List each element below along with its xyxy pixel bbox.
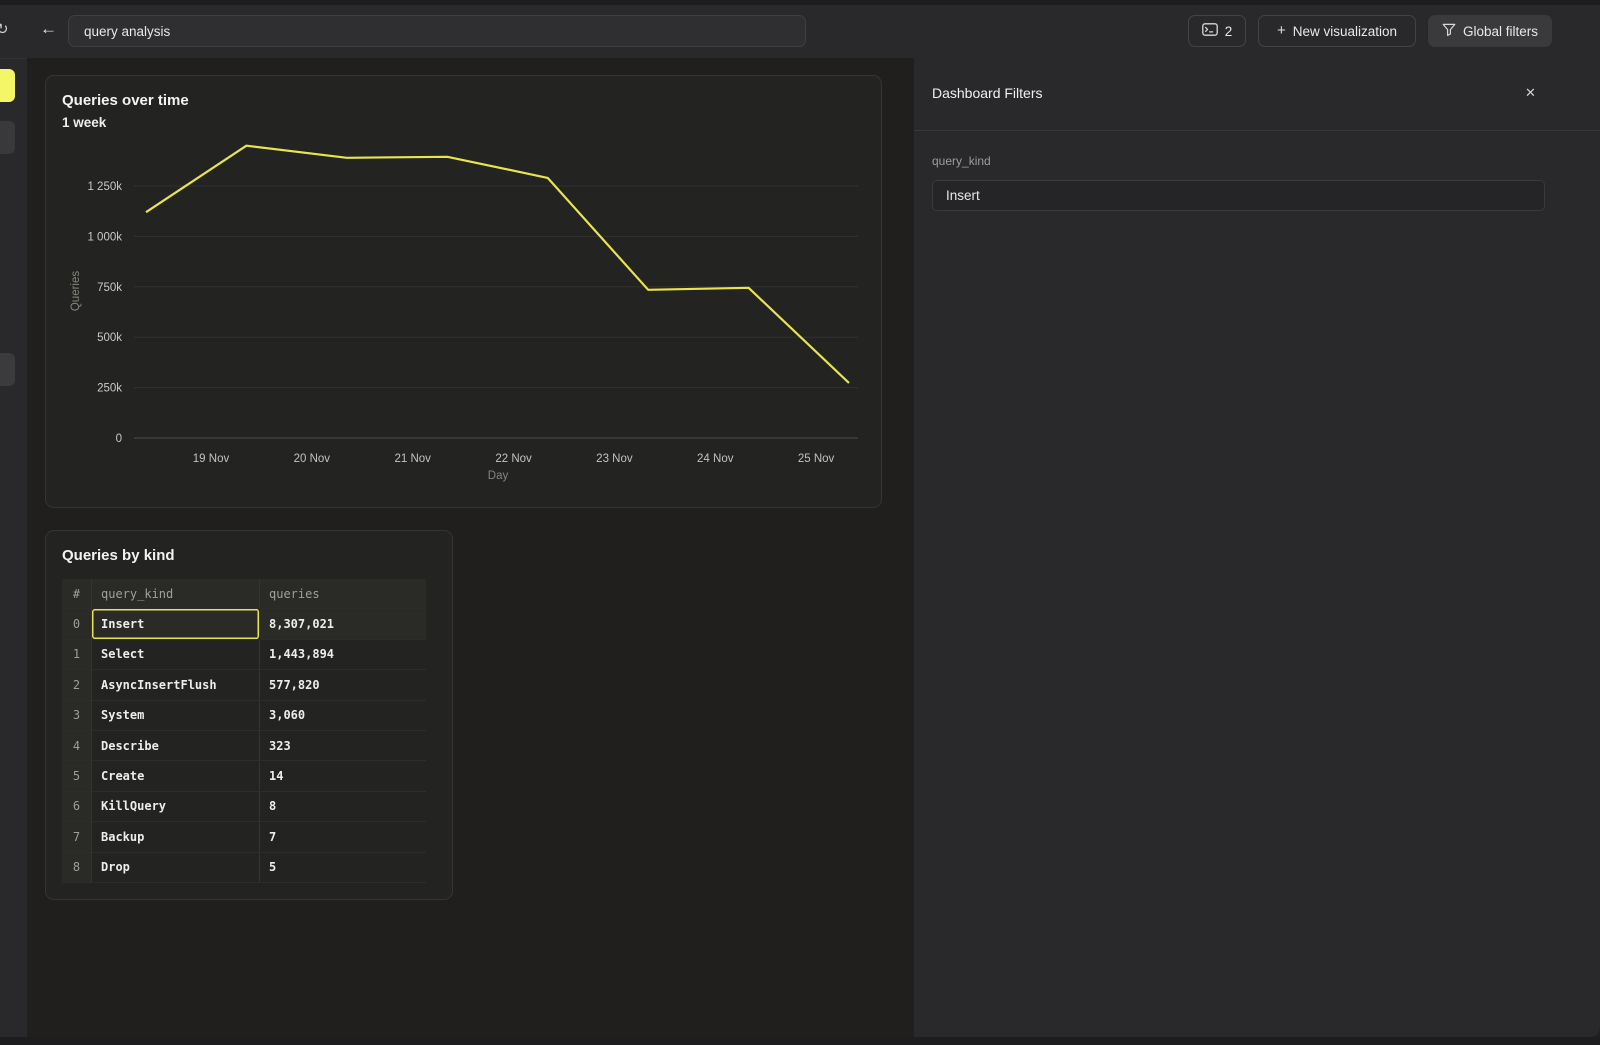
table-row[interactable]: 1 Select 1,443,894 — [62, 640, 426, 670]
row-kind-cell[interactable]: System — [92, 701, 260, 730]
svg-text:23 Nov: 23 Nov — [596, 453, 633, 465]
row-queries-cell[interactable]: 1,443,894 — [260, 640, 426, 669]
table-title: Queries by kind — [62, 547, 175, 564]
row-index-cell: 6 — [62, 792, 92, 821]
row-index-cell: 7 — [62, 822, 92, 851]
back-button[interactable]: ← — [40, 19, 57, 39]
table-row[interactable]: 0 Insert 8,307,021 — [62, 609, 426, 639]
svg-text:1 000k: 1 000k — [87, 231, 122, 243]
row-index-cell: 3 — [62, 701, 92, 730]
row-queries-cell[interactable]: 3,060 — [260, 701, 426, 730]
row-kind-cell[interactable]: Describe — [92, 731, 260, 760]
funnel-icon — [1442, 23, 1456, 39]
row-index-cell: 0 — [62, 609, 92, 638]
svg-text:19 Nov: 19 Nov — [193, 453, 230, 465]
visualizations-sidebar — [0, 58, 27, 1037]
svg-text:Day: Day — [488, 470, 509, 482]
header-index: # — [62, 579, 92, 608]
table-row[interactable]: 5 Create 14 — [62, 761, 426, 791]
global-filters-button[interactable]: Global filters — [1428, 15, 1552, 47]
table-row[interactable]: 6 KillQuery 8 — [62, 792, 426, 822]
global-filters-label: Global filters — [1463, 24, 1538, 39]
table-header-row: # query_kind queries — [62, 579, 426, 609]
visualization-tile[interactable] — [0, 121, 15, 154]
table-row[interactable]: 3 System 3,060 — [62, 701, 426, 731]
svg-text:21 Nov: 21 Nov — [394, 453, 431, 465]
row-queries-cell[interactable]: 5 — [260, 853, 426, 882]
queries-series-line — [146, 146, 849, 383]
svg-text:500k: 500k — [97, 332, 122, 344]
row-kind-cell[interactable]: Create — [92, 761, 260, 790]
filters-panel-title: Dashboard Filters — [932, 85, 1043, 101]
queries-table-rows: 0 Insert 8,307,021 1 Select 1,443,894 2 … — [62, 609, 426, 883]
window-bottom-edge — [0, 1037, 1600, 1045]
queries-over-time-plot[interactable]: 0 250k 500k 750k 1 000k 1 250k 19 Nov 20 Nov 21 … — [46, 131, 883, 491]
plus-icon: + — [1277, 22, 1286, 39]
svg-text:25 Nov: 25 Nov — [798, 453, 835, 465]
new-visualization-button[interactable]: + New visualization — [1258, 15, 1416, 47]
row-kind-cell[interactable]: Backup — [92, 822, 260, 851]
row-index-cell: 4 — [62, 731, 92, 760]
queries-table: # query_kind queries 0 Insert 8,307,021 … — [62, 579, 426, 883]
visualization-tile[interactable] — [0, 353, 15, 386]
panel-divider — [914, 130, 1600, 131]
refresh-icon[interactable]: ↻ — [0, 20, 9, 38]
row-kind-cell[interactable]: Drop — [92, 853, 260, 882]
svg-text:750k: 750k — [97, 282, 122, 294]
dashboard-canvas: Queries over time 1 week 0 250k 500k 750k 1 … — [27, 58, 914, 1037]
queries-by-kind-card: Queries by kind # query_kind queries 0 I… — [45, 530, 453, 900]
svg-text:Queries: Queries — [70, 271, 82, 312]
row-queries-cell[interactable]: 14 — [260, 761, 426, 790]
row-queries-cell[interactable]: 577,820 — [260, 670, 426, 699]
topbar: ↻ ← 2 + New visualization Global filters — [0, 5, 1600, 58]
svg-text:20 Nov: 20 Nov — [294, 453, 331, 465]
row-kind-cell[interactable]: KillQuery — [92, 792, 260, 821]
header-query-kind: query_kind — [92, 579, 260, 608]
svg-text:250k: 250k — [97, 383, 122, 395]
row-index-cell: 1 — [62, 640, 92, 669]
row-kind-cell[interactable]: AsyncInsertFlush — [92, 670, 260, 699]
chart-title: Queries over time — [62, 92, 189, 109]
svg-text:24 Nov: 24 Nov — [697, 453, 734, 465]
row-queries-cell[interactable]: 8,307,021 — [260, 609, 426, 638]
svg-text:22 Nov: 22 Nov — [495, 453, 532, 465]
table-row[interactable]: 8 Drop 5 — [62, 853, 426, 883]
row-queries-cell[interactable]: 7 — [260, 822, 426, 851]
row-kind-cell[interactable]: Insert — [92, 609, 260, 638]
table-row[interactable]: 4 Describe 323 — [62, 731, 426, 761]
console-count-badge: 2 — [1225, 24, 1233, 39]
new-visualization-label: New visualization — [1293, 24, 1397, 39]
dashboard-title-input[interactable] — [68, 15, 806, 47]
dashboard-filters-panel: Dashboard Filters ✕ query_kind — [914, 58, 1600, 1037]
chart-subtitle: 1 week — [62, 115, 106, 130]
table-row[interactable]: 7 Backup 7 — [62, 822, 426, 852]
queries-over-time-card: Queries over time 1 week 0 250k 500k 750k 1 … — [45, 75, 882, 508]
row-index-cell: 5 — [62, 761, 92, 790]
row-kind-cell[interactable]: Select — [92, 640, 260, 669]
row-queries-cell[interactable]: 8 — [260, 792, 426, 821]
query-kind-filter-input[interactable] — [932, 180, 1545, 211]
header-queries: queries — [260, 579, 426, 608]
row-index-cell: 8 — [62, 853, 92, 882]
row-index-cell: 2 — [62, 670, 92, 699]
filter-field-label: query_kind — [932, 154, 991, 168]
terminal-icon — [1202, 23, 1218, 39]
row-queries-cell[interactable]: 323 — [260, 731, 426, 760]
visualization-tile-active[interactable] — [0, 69, 15, 102]
close-icon[interactable]: ✕ — [1520, 83, 1541, 103]
table-row[interactable]: 2 AsyncInsertFlush 577,820 — [62, 670, 426, 700]
svg-text:0: 0 — [116, 433, 122, 445]
svg-text:1 250k: 1 250k — [87, 181, 122, 193]
sql-console-button[interactable]: 2 — [1188, 15, 1246, 47]
